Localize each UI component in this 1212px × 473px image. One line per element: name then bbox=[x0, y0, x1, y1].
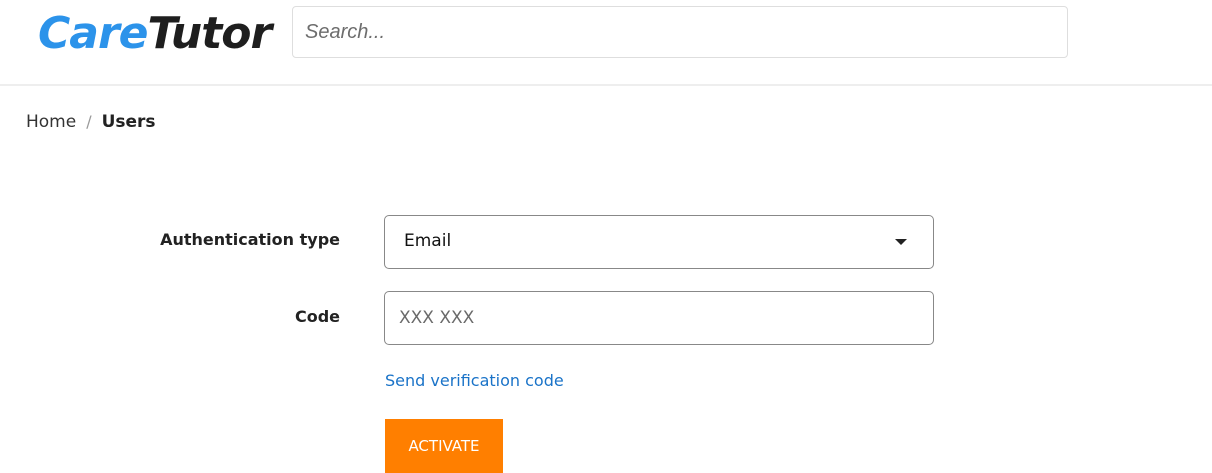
auth-type-select[interactable]: Email bbox=[384, 215, 934, 269]
breadcrumb: Home / Users bbox=[26, 112, 156, 132]
send-verification-code-link[interactable]: Send verification code bbox=[385, 371, 564, 390]
caretutor-logo[interactable]: CareTutor bbox=[38, 8, 273, 59]
breadcrumb-home-link[interactable]: Home bbox=[26, 112, 76, 132]
logo-tutor-text: Tutor bbox=[147, 8, 273, 59]
breadcrumb-separator: / bbox=[86, 112, 92, 131]
code-input[interactable] bbox=[384, 291, 934, 345]
auth-type-label: Authentication type bbox=[160, 230, 340, 249]
chevron-down-icon bbox=[895, 239, 907, 245]
activate-button[interactable]: ACTIVATE bbox=[385, 419, 503, 473]
logo-care-text: Care bbox=[38, 8, 149, 59]
breadcrumb-current: Users bbox=[101, 112, 156, 132]
top-header: CareTutor bbox=[0, 0, 1212, 86]
search-input[interactable] bbox=[292, 6, 1068, 58]
auth-type-selected-value: Email bbox=[404, 231, 452, 251]
code-label: Code bbox=[294, 307, 340, 326]
